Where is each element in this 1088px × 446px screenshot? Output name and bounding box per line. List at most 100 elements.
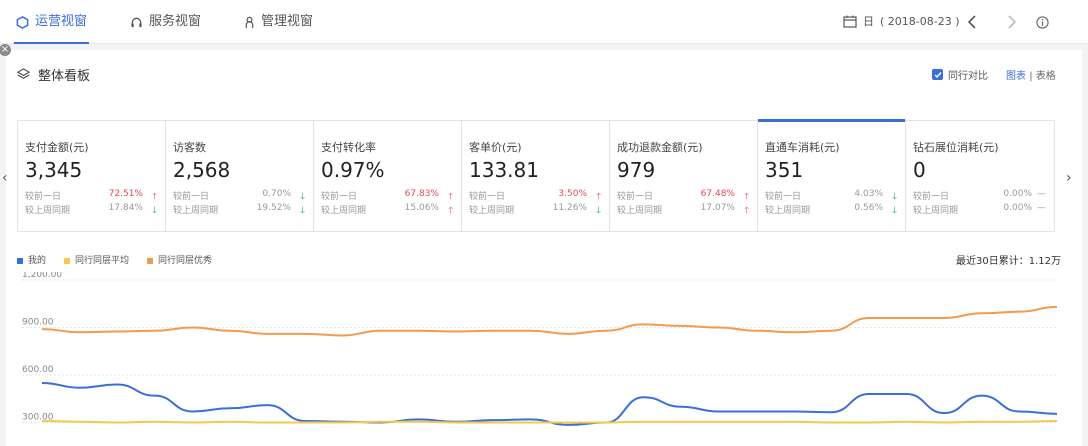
day-compare-pct: 0.00% <box>1003 189 1032 199</box>
view-switch: 图表 | 表格 <box>1006 67 1056 82</box>
panel-title-text: 整体看板 <box>38 69 91 84</box>
panel-title: 整体看板 <box>17 65 90 84</box>
trend-flat-icon: — <box>1037 203 1046 213</box>
card-title: 客单价(元) <box>469 141 522 154</box>
metric-card[interactable]: 钻石展位消耗(元) 0 较前一日 0.00% — 较上周同期 0.00% — <box>906 121 1054 231</box>
chart-legend: 我的 同行同层平均 同行同层优秀 <box>17 253 212 266</box>
card-title: 支付金额(元) <box>25 141 89 154</box>
trend-down-arrow-icon: 🡓 <box>596 206 601 216</box>
week-compare-row: 较上周同期 0.00% — <box>913 203 1046 216</box>
info-button[interactable] <box>1032 12 1052 32</box>
peer-compare-toggle[interactable]: 同行对比 <box>932 67 988 82</box>
week-compare-label: 较上周同期 <box>173 206 219 216</box>
trend-up-arrow-icon: 🡑 <box>744 206 749 216</box>
card-value: 0 <box>913 158 926 182</box>
trend-down-arrow-icon: 🡓 <box>152 206 157 216</box>
legend-label: 同行同层优秀 <box>158 256 213 266</box>
legend-item[interactable]: 我的 <box>17 253 46 266</box>
card-title: 钻石展位消耗(元) <box>913 141 999 154</box>
next-date-button[interactable] <box>1002 12 1022 32</box>
chevron-right-icon <box>1008 15 1016 29</box>
metric-card[interactable]: 访客数 2,568 较前一日 0.70% 🡓 较上周同期 19.52% 🡓 <box>166 121 314 231</box>
tab-operations[interactable]: 运营视窗 <box>13 0 90 44</box>
view-separator: | <box>1029 71 1033 82</box>
layers-icon <box>17 68 30 79</box>
week-compare-pct: 17.84% <box>108 203 143 213</box>
tab-service[interactable]: 服务视窗 <box>130 0 201 44</box>
card-title: 成功退款金额(元) <box>617 141 703 154</box>
week-compare-label: 较上周同期 <box>617 206 663 216</box>
card-value: 3,345 <box>25 158 83 182</box>
series-line <box>41 381 1058 426</box>
card-value: 2,568 <box>173 158 231 182</box>
y-tick-label: 1,200.00 <box>22 272 62 280</box>
metric-card[interactable]: 支付转化率 0.97% 较前一日 67.83% 🡑 较上周同期 15.06% 🡑 <box>314 121 462 231</box>
metric-cards: 支付金额(元) 3,345 较前一日 72.51% 🡑 较上周同期 17.84%… <box>17 119 1055 232</box>
chevron-left-icon <box>968 15 976 29</box>
week-compare-pct: 17.07% <box>700 203 735 213</box>
week-compare-pct: 15.06% <box>404 203 439 213</box>
view-table-link[interactable]: 表格 <box>1036 71 1056 82</box>
legend-label: 同行同层平均 <box>75 256 130 266</box>
week-compare-row: 较上周同期 11.26% 🡓 <box>469 203 601 219</box>
date-picker[interactable]: 日 ( 2018-08-23 ) <box>843 13 960 29</box>
tab-management[interactable]: 管理视窗 <box>244 0 313 44</box>
compare-label: 同行对比 <box>948 71 988 82</box>
metric-card[interactable]: 直通车消耗(元) 351 较前一日 4.03% 🡓 较上周同期 0.56% 🡓 <box>758 119 906 231</box>
week-compare-label: 较上周同期 <box>25 206 71 216</box>
top-tab-bar: 运营视窗 服务视窗 管理视窗 日 ( 2018-08-23 ) <box>0 0 1088 44</box>
metric-card[interactable]: 支付金额(元) 3,345 较前一日 72.51% 🡑 较上周同期 17.84%… <box>18 121 166 231</box>
legend-item[interactable]: 同行同层平均 <box>64 253 129 266</box>
card-title: 支付转化率 <box>321 141 376 154</box>
headset-icon <box>131 17 142 27</box>
y-tick-label: 600.00 <box>22 365 54 375</box>
card-value: 979 <box>617 158 656 182</box>
calendar-icon <box>843 15 857 28</box>
trend-down-arrow-icon: 🡓 <box>300 206 305 216</box>
tab-label: 运营视窗 <box>35 14 88 29</box>
week-compare-label: 较上周同期 <box>913 206 959 216</box>
metric-card[interactable]: 客单价(元) 133.81 较前一日 3.50% 🡑 较上周同期 11.26% … <box>462 121 610 231</box>
card-value: 133.81 <box>469 158 539 182</box>
week-compare-pct: 0.56% <box>854 203 883 213</box>
date-value: ( 2018-08-23 ) <box>880 14 960 28</box>
prev-date-button[interactable] <box>962 12 982 32</box>
trend-line-chart: 1,200.00900.00600.00300.00 <box>22 272 1058 426</box>
thirty-day-total: 最近30日累计：1.12万 <box>956 256 1061 267</box>
card-title: 访客数 <box>173 141 206 154</box>
trend-flat-icon: — <box>1037 189 1046 199</box>
info-icon <box>1035 15 1049 29</box>
week-compare-row: 较上周同期 17.07% 🡑 <box>617 203 749 219</box>
hexagon-icon <box>16 15 29 29</box>
card-value: 0.97% <box>321 158 385 182</box>
legend-label: 我的 <box>28 256 47 266</box>
legend-item[interactable]: 同行同层优秀 <box>147 253 212 266</box>
user-icon <box>245 16 254 28</box>
tab-label: 管理视窗 <box>261 14 314 29</box>
cards-prev-arrow[interactable]: ‹ <box>2 170 8 186</box>
trend-up-arrow-icon: 🡑 <box>448 206 453 216</box>
week-compare-row: 较上周同期 15.06% 🡑 <box>321 203 453 219</box>
trend-down-arrow-icon: 🡓 <box>892 206 897 216</box>
day-compare-row: 较前一日 0.00% — <box>913 189 1046 202</box>
y-tick-label: 900.00 <box>22 318 54 328</box>
checkbox-icon[interactable] <box>932 69 943 80</box>
week-compare-pct: 19.52% <box>256 203 291 213</box>
series-line <box>41 305 1058 337</box>
week-compare-row: 较上周同期 0.56% 🡓 <box>765 203 897 219</box>
tab-label: 服务视窗 <box>149 14 202 29</box>
week-compare-label: 较上周同期 <box>765 206 811 216</box>
legend-swatch <box>17 257 23 264</box>
week-compare-pct: 0.00% <box>1003 203 1032 213</box>
week-compare-row: 较上周同期 17.84% 🡓 <box>25 203 157 219</box>
week-compare-pct: 11.26% <box>552 203 587 213</box>
card-title: 直通车消耗(元) <box>765 141 840 154</box>
view-chart-link[interactable]: 图表 <box>1006 71 1026 82</box>
card-value: 351 <box>765 158 804 182</box>
cards-next-arrow[interactable]: › <box>1066 170 1072 186</box>
day-compare-label: 较前一日 <box>913 192 950 202</box>
overview-panel: 整体看板 同行对比 图表 | 表格 ‹ › 支付金额(元) 3,345 较前一日… <box>2 50 1082 446</box>
legend-swatch <box>64 257 71 264</box>
metric-card[interactable]: 成功退款金额(元) 979 较前一日 67.48% 🡑 较上周同期 17.07%… <box>610 121 758 231</box>
date-prefix: 日 <box>863 15 874 28</box>
